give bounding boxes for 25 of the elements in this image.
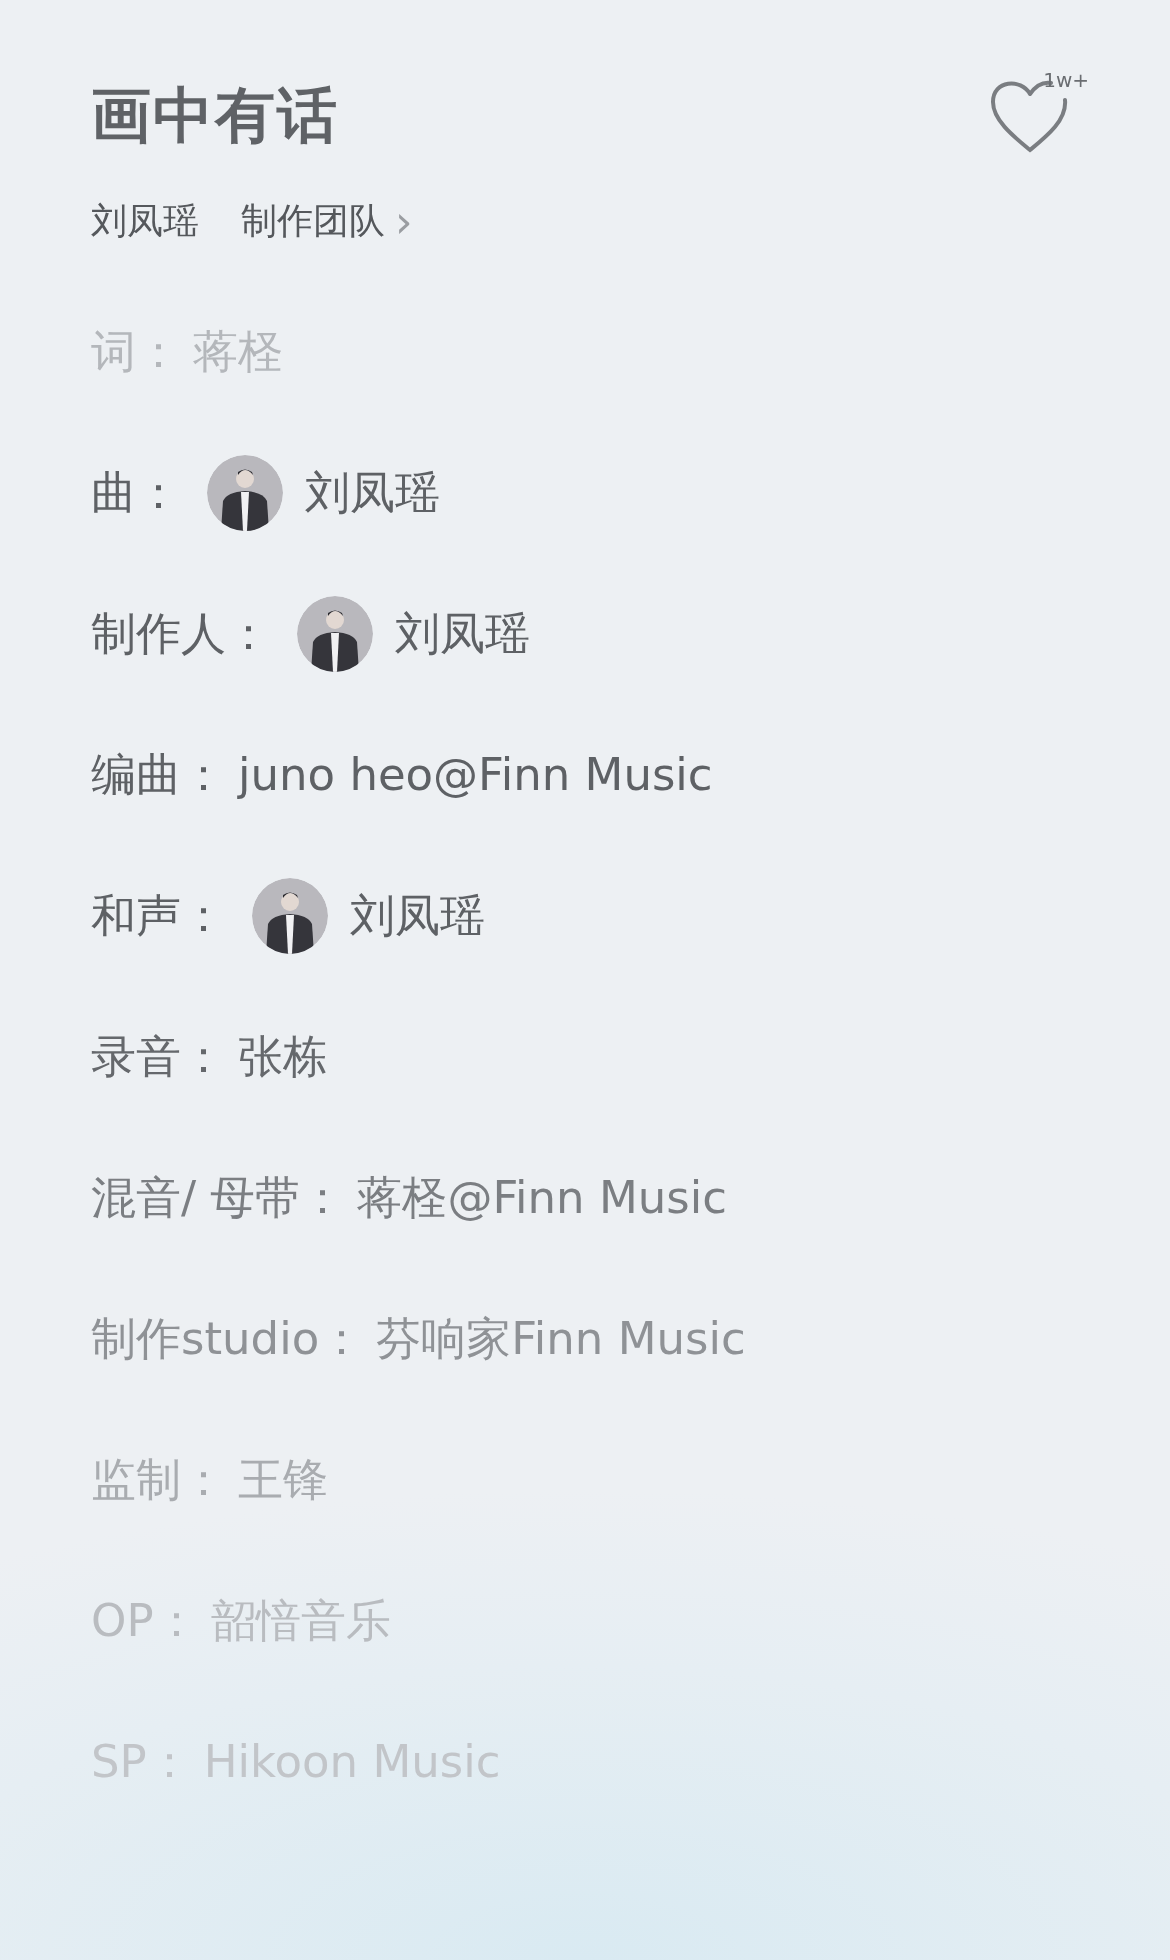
credit-role: 监制： xyxy=(91,1451,226,1508)
credit-name: juno heo@Finn Music xyxy=(238,748,713,801)
credit-role: 编曲： xyxy=(91,746,226,803)
team-link[interactable]: 制作团队 › xyxy=(241,197,413,246)
credit-role: 曲： xyxy=(91,464,181,521)
like-count: 1w+ xyxy=(1043,68,1089,92)
credit-role: 录音： xyxy=(91,1028,226,1085)
credit-role: 制作人： xyxy=(91,605,271,662)
credit-name: 芬响家Finn Music xyxy=(376,1310,746,1367)
credit-name: 张栋 xyxy=(238,1028,328,1085)
song-title: 画中有话 xyxy=(91,79,339,152)
avatar-icon[interactable] xyxy=(297,595,373,672)
credit-name: 蒋柽@Finn Music xyxy=(357,1169,727,1226)
credit-name[interactable]: 刘凤瑶 xyxy=(305,462,440,523)
credit-name[interactable]: 刘凤瑶 xyxy=(395,603,530,664)
avatar-icon[interactable] xyxy=(252,877,328,954)
credit-role: 和声： xyxy=(91,887,226,944)
credit-role: 词： xyxy=(91,324,181,380)
credit-role: 混音/ 母带： xyxy=(91,1169,346,1226)
credit-name: 蒋柽 xyxy=(193,324,283,380)
avatar-icon[interactable] xyxy=(207,454,283,531)
artist-name[interactable]: 刘凤瑶 xyxy=(91,197,199,246)
credit-name[interactable]: 刘凤瑶 xyxy=(350,885,485,946)
credit-name: 王锋 xyxy=(238,1451,328,1508)
credit-role: 制作studio： xyxy=(91,1310,365,1367)
